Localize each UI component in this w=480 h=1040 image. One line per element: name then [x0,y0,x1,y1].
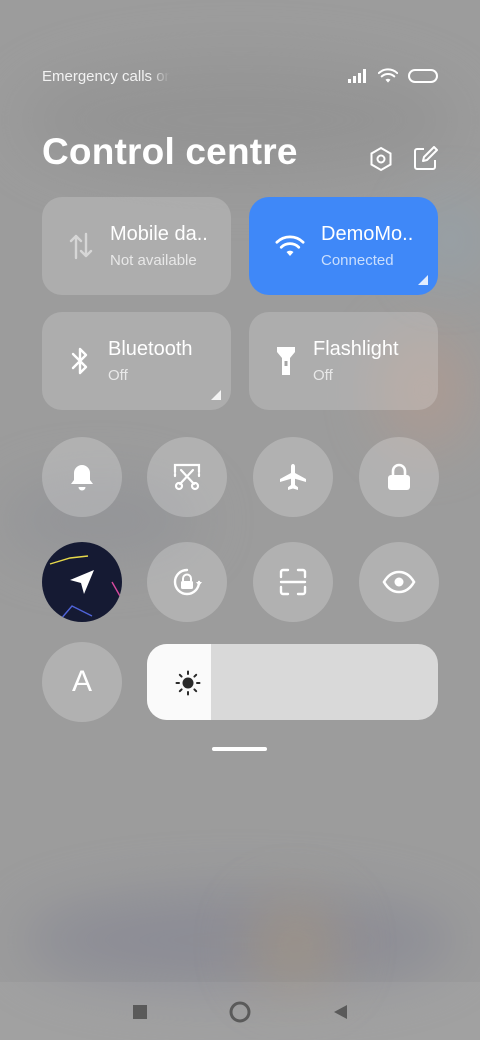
toggle-auto-brightness[interactable]: A [42,642,122,722]
signal-icon [348,69,366,83]
tile-bluetooth[interactable]: Bluetooth Off [42,312,231,410]
airplane-icon [280,464,306,490]
wifi-icon [378,68,398,83]
toggle-screenshot[interactable] [147,437,227,517]
toggle-lock-screen[interactable] [359,437,439,517]
location-icon [70,570,94,594]
carrier-text: Emergency calls only [42,67,170,85]
toggle-reading-mode[interactable] [359,542,439,622]
expand-corner-icon[interactable] [211,390,221,400]
tile-title: DemoMo.. [321,223,414,245]
settings-icon[interactable] [368,146,394,172]
tile-flashlight[interactable]: Flashlight Off [249,312,438,410]
tile-title: Flashlight [313,338,399,360]
tile-subtitle: Not available [110,252,197,269]
home-button[interactable] [228,1000,252,1024]
tile-mobile-data[interactable]: Mobile da.. Not available [42,197,231,295]
sun-icon [175,670,201,696]
mobile-data-icon [69,232,93,260]
font-a-icon: A [71,665,92,698]
toggle-scanner[interactable] [253,542,333,622]
wifi-icon [275,235,305,256]
lock-icon [388,463,410,490]
toggle-ringer[interactable] [42,437,122,517]
tile-wifi[interactable]: DemoMo.. Connected [249,197,438,295]
navigation-bar [0,982,480,1040]
recents-button[interactable] [128,1000,152,1024]
close-handle[interactable] [212,747,267,751]
brightness-slider[interactable] [147,644,438,720]
scissors-icon [173,463,201,491]
status-bar: Emergency calls only [42,64,438,88]
tile-title: Mobile da.. [110,223,208,245]
expand-corner-icon[interactable] [418,275,428,285]
toggle-airplane[interactable] [253,437,333,517]
tile-subtitle: Off [313,367,333,384]
bell-icon [71,465,93,491]
tile-subtitle: Off [108,367,128,384]
recents-icon [133,1005,147,1019]
page-title: Control centre [42,131,298,172]
toggle-location[interactable] [42,542,122,622]
bluetooth-icon [71,347,88,375]
header: Control centre [42,128,438,176]
back-icon [334,1005,347,1019]
tile-subtitle: Connected [321,252,394,269]
tile-title: Bluetooth [108,338,193,360]
edit-icon[interactable] [412,146,438,172]
battery-icon [408,69,438,83]
flashlight-icon [277,347,295,375]
rotate-lock-icon [173,568,202,596]
back-button[interactable] [328,1000,352,1024]
home-icon [229,1001,251,1023]
toggle-auto-rotate[interactable] [147,542,227,622]
scan-icon [279,568,307,596]
eye-icon [382,570,416,594]
